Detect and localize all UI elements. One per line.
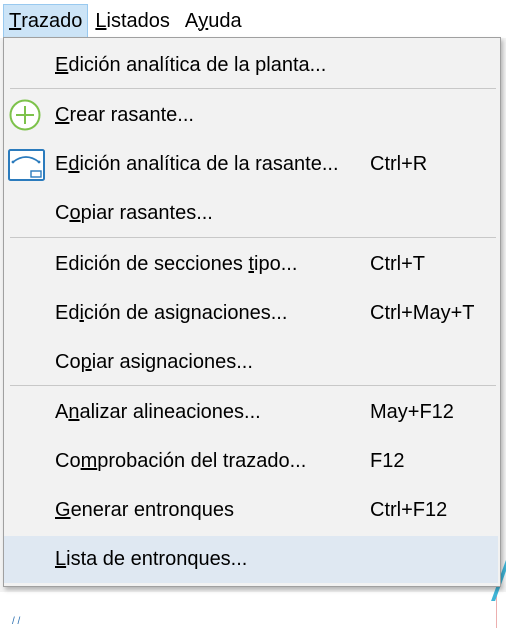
menu-label-accel: y (198, 9, 209, 32)
menu-item-shortcut: Ctrl+F12 (370, 499, 448, 521)
menu-item-analizar-alineaciones[interactable]: Analizar alineaciones... May+F12 (4, 389, 498, 436)
menu-item-label: Comprobación del trazado... (55, 450, 307, 472)
background-mark: / / (12, 616, 21, 627)
menu-item-shortcut: F12 (370, 450, 405, 472)
menu-item-label: Edición analítica de la rasante... (55, 153, 339, 175)
menu-trazado[interactable]: Trazado (3, 4, 89, 38)
menu-item-crear-rasante[interactable]: Crear rasante... (4, 92, 498, 139)
menu-item-label: Crear rasante... (55, 104, 194, 126)
menu-item-label: Copiar asignaciones... (55, 351, 253, 373)
profile-window-icon (8, 149, 45, 181)
menu-separator (10, 385, 496, 386)
menu-label-part: uda (208, 9, 242, 32)
menu-item-shortcut: May+F12 (370, 401, 454, 423)
menu-item-label: Lista de entronques... (55, 548, 248, 570)
menu-label-part: razado (21, 9, 83, 32)
menu-separator (10, 237, 496, 238)
menu-item-label: Edición de asignaciones... (55, 302, 288, 324)
menu-item-edicion-planta[interactable]: Edición analítica de la planta... (4, 42, 498, 89)
menu-label-accel: T (9, 9, 22, 32)
menu-item-copiar-asignaciones[interactable]: Copiar asignaciones... (4, 339, 498, 386)
menu-ayuda[interactable]: Ay uda (178, 3, 250, 39)
menu-item-generar-entronques[interactable]: Generar entronques Ctrl+F12 (4, 487, 498, 534)
menu-item-shortcut: Ctrl+R (370, 153, 428, 175)
menu-item-label: Edición de secciones tipo... (55, 253, 298, 275)
menu-label-accel: L (95, 9, 107, 32)
menu-label-part: A (184, 9, 199, 32)
menu-item-label: Edición analítica de la planta... (55, 54, 327, 76)
menu-item-shortcut: Ctrl+T (370, 253, 425, 275)
menu-separator (10, 88, 496, 89)
menu-item-label: Copiar rasantes... (55, 202, 213, 224)
menu-item-secciones-tipo[interactable]: Edición de secciones tipo... Ctrl+T (4, 241, 498, 288)
menu-item-copiar-rasantes[interactable]: Copiar rasantes... (4, 190, 498, 237)
menu-item-comprobacion-trazado[interactable]: Comprobación del trazado... F12 (4, 438, 498, 485)
menu-item-label: Generar entronques (55, 499, 235, 521)
trazado-dropdown-menu: Edición analítica de la planta... Crear … (3, 37, 501, 587)
menu-label-part: istados (106, 9, 170, 32)
menu-item-shortcut: Ctrl+May+T (370, 302, 475, 324)
menu-item-label: Analizar alineaciones... (55, 401, 261, 423)
plus-circle-icon (9, 99, 41, 131)
menu-item-edicion-rasante[interactable]: Edición analítica de la rasante... Ctrl+… (4, 141, 498, 188)
menu-bar: Trazado Listados Ay uda (0, 0, 506, 38)
menu-item-lista-entronques[interactable]: Lista de entronques... (4, 536, 498, 583)
menu-item-edicion-asignaciones[interactable]: Edición de asignaciones... Ctrl+May+T (4, 290, 498, 337)
menu-listados[interactable]: Listados (88, 3, 178, 39)
